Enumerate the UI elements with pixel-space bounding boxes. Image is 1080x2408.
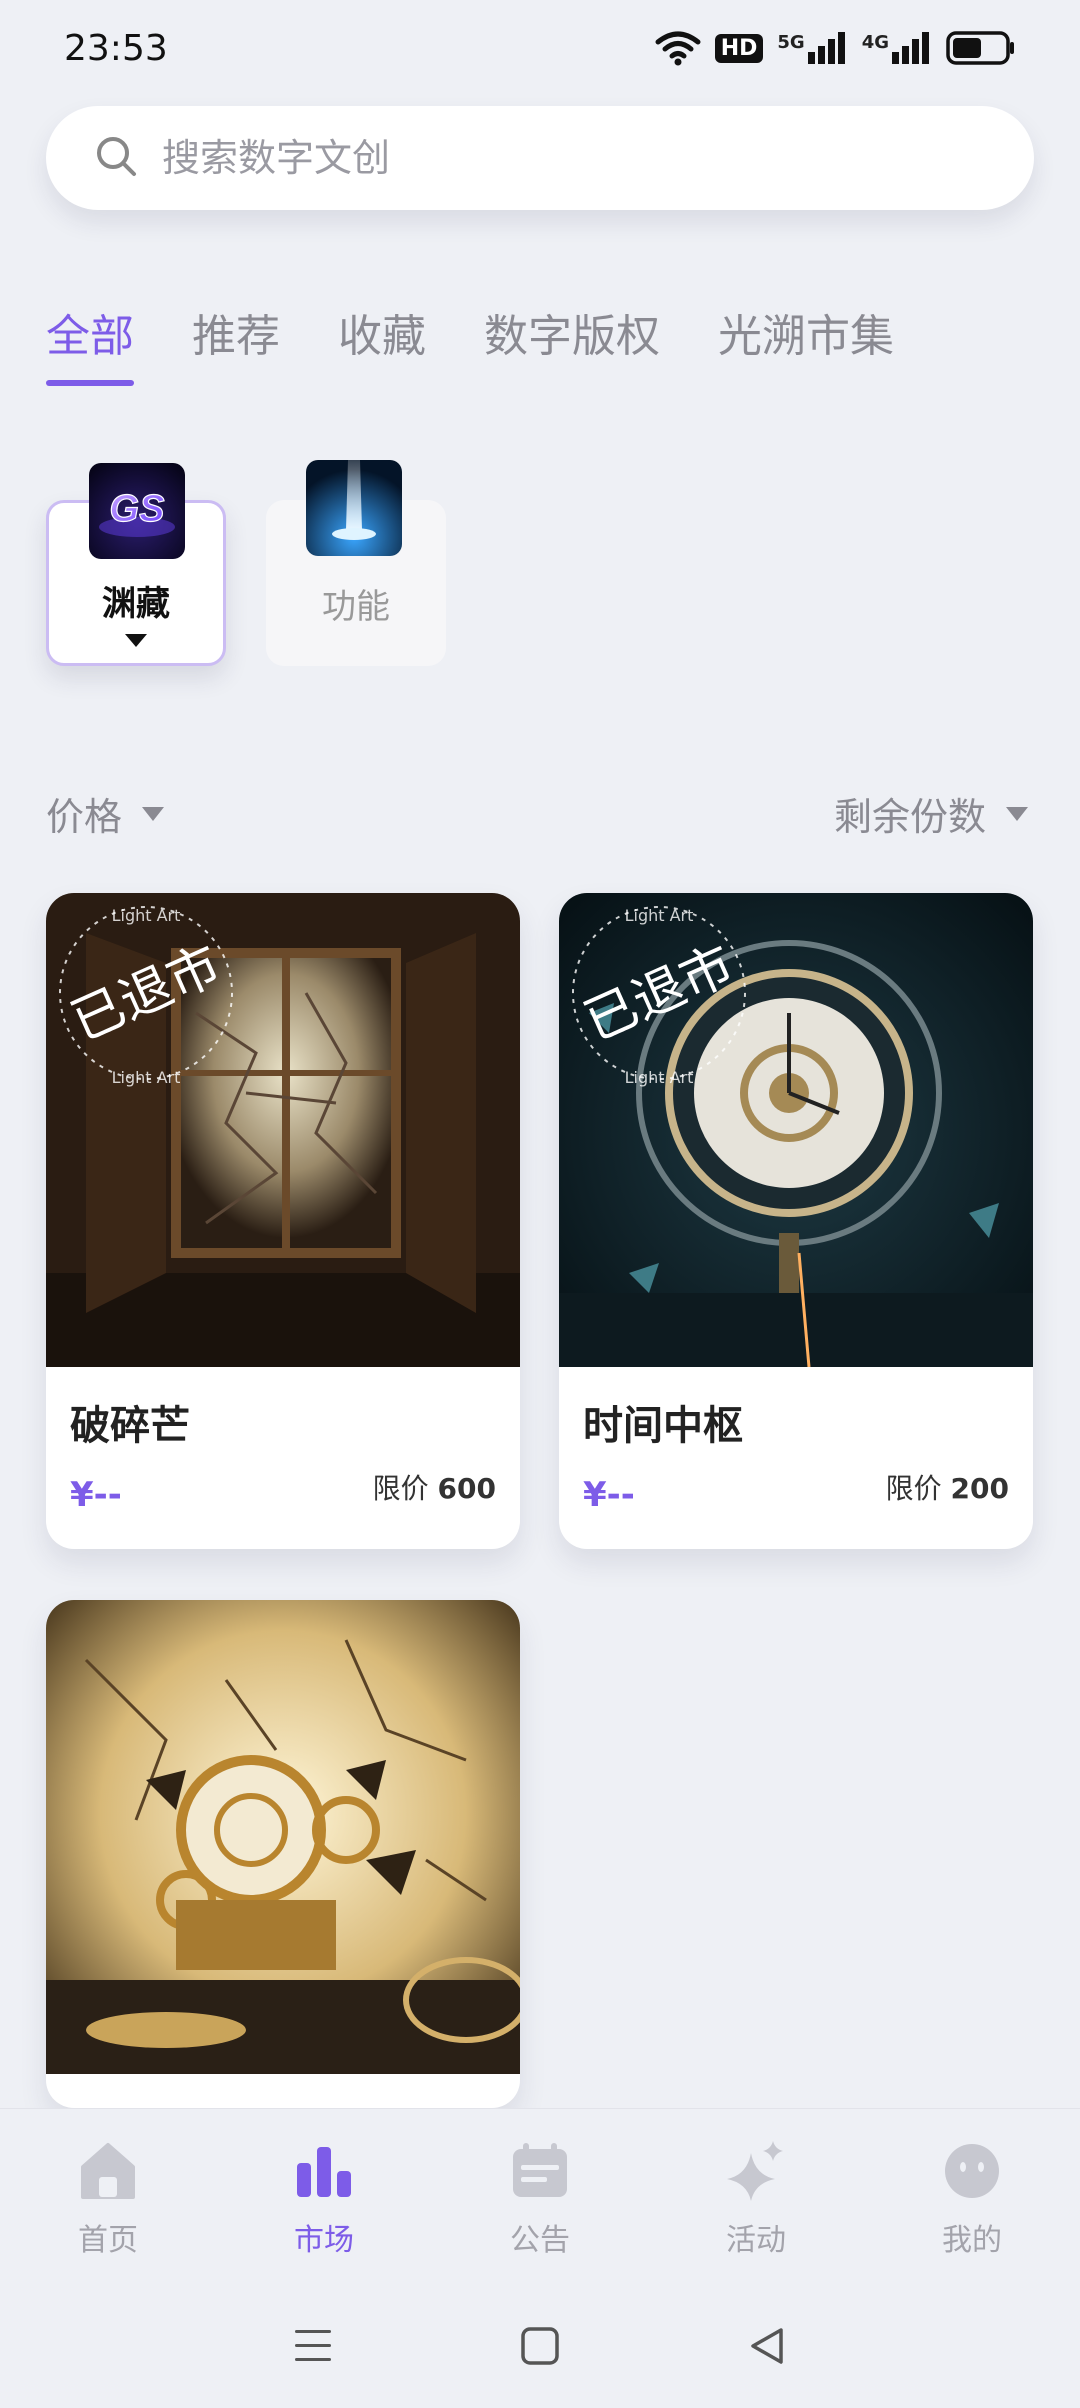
nav-notice[interactable]: 公告 [432, 2109, 648, 2288]
limit-value: 200 [950, 1472, 1009, 1505]
product-card[interactable] [46, 1600, 520, 2108]
watermark-text: Light Art [625, 906, 694, 925]
caret-down-icon [142, 806, 165, 821]
sort-price-label: 价格 [46, 795, 123, 839]
product-title: 破碎芒 [70, 1403, 190, 1449]
subcategory-function[interactable]: 功能 [266, 460, 446, 666]
nav-home-label: 首页 [78, 2223, 138, 2258]
signal-5g-label: 5G [777, 32, 805, 53]
product-card[interactable]: Light Art Light Art 已退市 破碎芒 ¥-- 限价 600 [46, 893, 520, 1549]
sort-remaining[interactable]: 剩余份数 [834, 786, 1028, 841]
notice-icon [509, 2141, 571, 2205]
signal-5g-icon: 5G [777, 32, 847, 64]
nav-market[interactable]: 市场 [216, 2109, 432, 2288]
nav-market-label: 市场 [294, 2223, 354, 2258]
product-image: Light Art Light Art 已退市 [559, 893, 1033, 1367]
subcategory-yuancang[interactable]: GS 渊藏 [46, 463, 226, 666]
yuancang-logo: GS [89, 463, 185, 559]
search-bar[interactable] [46, 106, 1034, 210]
product-image: Light Art Light Art 已退市 [46, 893, 520, 1367]
nav-profile[interactable]: 我的 [864, 2109, 1080, 2288]
signal-4g-label: 4G [861, 32, 889, 53]
tab-favorites[interactable]: 收藏 [338, 300, 426, 386]
product-limit: 限价 600 [373, 1467, 496, 1507]
product-limit: 限价 200 [886, 1467, 1009, 1507]
delisted-stamp: Light Art Light Art 已退市 [59, 906, 233, 1087]
product-price: ¥-- [583, 1475, 635, 1515]
watermark-text: Light Art [112, 1068, 181, 1087]
signal-4g-icon: 4G [862, 32, 932, 64]
product-card-body: 时间中枢 ¥-- 限价 200 [559, 1367, 1033, 1549]
category-tabs: 全部 推荐 收藏 数字版权 光溯市集 [46, 300, 894, 386]
function-thumbnail [306, 460, 402, 556]
product-price: ¥-- [70, 1475, 122, 1515]
system-nav-bar [0, 2288, 1080, 2408]
product-card[interactable]: Light Art Light Art 已退市 时间中枢 ¥-- 限价 200 [559, 893, 1033, 1549]
home-square-icon[interactable] [520, 2326, 560, 2370]
product-card-body: 破碎芒 ¥-- 限价 600 [46, 1367, 520, 1549]
home-icon [77, 2141, 139, 2205]
caret-down-icon [125, 634, 147, 647]
delisted-stamp-text: 已退市 [63, 935, 230, 1053]
hd-badge: HD [714, 33, 764, 63]
wifi-icon [655, 30, 701, 66]
status-time: 23:53 [64, 27, 168, 69]
nav-home[interactable]: 首页 [0, 2109, 216, 2288]
product-image [46, 1600, 520, 2074]
delisted-stamp: Light Art Light Art 已退市 [572, 906, 746, 1087]
back-icon[interactable] [747, 2326, 787, 2370]
market-icon [293, 2141, 355, 2205]
yuancang-logo-text: GS [110, 488, 165, 530]
status-icons: HD 5G 4G [655, 30, 1016, 66]
nav-activity[interactable]: 活动 [648, 2109, 864, 2288]
status-bar: 23:53 HD 5G 4G [0, 0, 1080, 96]
caret-down-icon [1006, 806, 1028, 821]
profile-icon [941, 2141, 1003, 2205]
tab-all[interactable]: 全部 [46, 300, 134, 386]
limit-value: 600 [437, 1472, 496, 1505]
limit-label: 限价 [885, 1472, 942, 1505]
search-icon [94, 134, 138, 182]
battery-icon [946, 31, 1016, 65]
nav-profile-label: 我的 [942, 2223, 1002, 2258]
bottom-nav: 首页 市场 公告 活动 我的 [0, 2108, 1080, 2288]
watermark-text: Light Art [625, 1068, 694, 1087]
product-title: 时间中枢 [583, 1403, 743, 1449]
sparkle-icon [725, 2141, 787, 2205]
subcategory-label: 功能 [322, 587, 390, 627]
sort-remaining-label: 剩余份数 [833, 795, 986, 839]
limit-label: 限价 [372, 1472, 429, 1505]
watermark-text: Light Art [112, 906, 181, 925]
subcategory-label: 渊藏 [102, 584, 170, 624]
sort-price[interactable]: 价格 [46, 786, 165, 841]
menu-icon[interactable] [293, 2328, 333, 2368]
tab-digital-copyright[interactable]: 数字版权 [484, 300, 660, 386]
tab-recommended[interactable]: 推荐 [192, 300, 280, 386]
nav-activity-label: 活动 [726, 2223, 786, 2258]
tab-guangsu-market[interactable]: 光溯市集 [718, 300, 894, 386]
nav-notice-label: 公告 [510, 2223, 570, 2258]
search-input[interactable] [162, 136, 962, 180]
delisted-stamp-text: 已退市 [576, 935, 743, 1053]
